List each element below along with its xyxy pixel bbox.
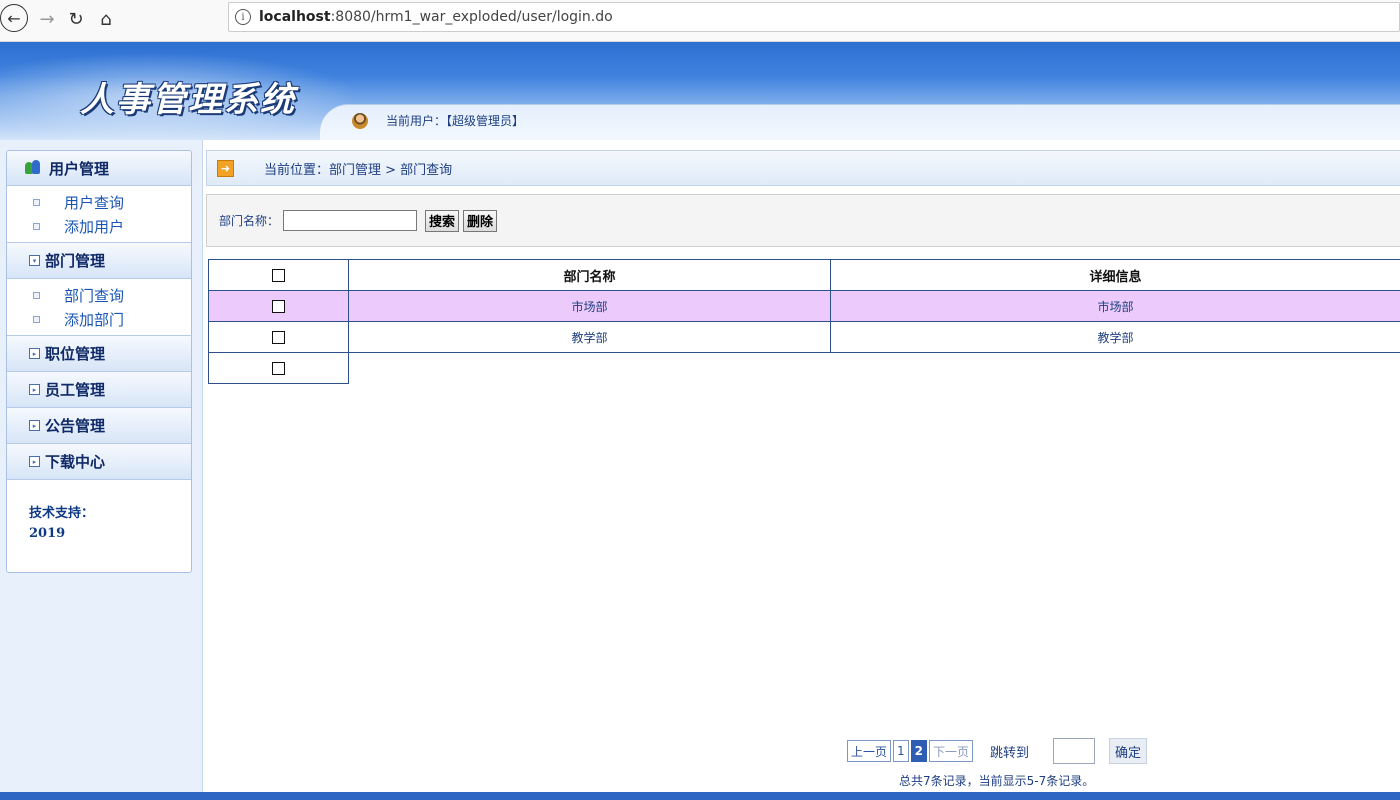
bullet-icon — [33, 198, 40, 206]
browser-toolbar: ← → ↻ ⌂ i localhost:8080/hrm1_war_explod… — [0, 0, 1400, 42]
url-path: :8080/hrm1_war_exploded/user/login.do — [330, 9, 613, 25]
sidebar-item-user-query[interactable]: 用户查询 — [7, 190, 191, 214]
sidebar-item-dept-query[interactable]: 部门查询 — [7, 283, 191, 307]
jump-page-input[interactable] — [1053, 738, 1096, 764]
forward-icon[interactable]: → — [32, 4, 62, 34]
header-banner: 人事管理系统 当前用户：【超级管理员】 — [0, 42, 1400, 140]
dept-table: 部门名称 详细信息 市场部 市场部 教学部 教学部 — [208, 259, 1400, 384]
user-icon — [352, 112, 368, 129]
sidebar-group-label: 职位管理 — [45, 345, 106, 363]
sidebar-item-label: 添加用户 — [64, 217, 125, 236]
dept-name-input[interactable] — [283, 210, 418, 231]
sidebar-group-notice[interactable]: ▸ 公告管理 — [7, 408, 191, 444]
prev-page-button[interactable]: 上一页 — [847, 740, 892, 762]
home-icon[interactable]: ⌂ — [91, 4, 121, 34]
sidebar: 用户管理 用户查询 添加用户 ▾ 部门管理 部门查询 添加部门 ▸ 职位管理 ▸… — [0, 140, 202, 800]
sidebar-item-label: 添加部门 — [64, 310, 125, 329]
bullet-icon — [33, 315, 40, 323]
sidebar-sub-user: 用户查询 添加用户 — [7, 186, 191, 243]
footer-strip — [0, 792, 1400, 800]
select-all-checkbox[interactable] — [272, 268, 285, 282]
page-1-button[interactable]: 1 — [893, 740, 909, 762]
dept-detail-cell: 教学部 — [830, 321, 1400, 353]
info-icon[interactable]: i — [235, 9, 251, 25]
url-host: localhost — [259, 9, 331, 25]
tech-support: 技术支持： 2019 — [7, 480, 191, 544]
jump-label: 跳转到 — [990, 745, 1030, 761]
dept-name-label: 部门名称： — [219, 214, 280, 228]
sidebar-panel: 用户管理 用户查询 添加用户 ▾ 部门管理 部门查询 添加部门 ▸ 职位管理 ▸… — [6, 150, 192, 573]
users-icon — [25, 160, 41, 176]
sidebar-group-user[interactable]: 用户管理 — [7, 151, 191, 186]
sidebar-group-label: 下载中心 — [45, 453, 106, 471]
dept-name-cell: 教学部 — [348, 321, 831, 353]
support-year: 2019 — [29, 526, 66, 541]
sidebar-group-label: 公告管理 — [45, 417, 106, 435]
breadcrumb: ➜ 当前位置：部门管理 > 部门查询 — [206, 150, 1400, 186]
row-select-cell — [208, 290, 349, 322]
sidebar-group-label: 用户管理 — [49, 159, 110, 178]
table-row[interactable]: 教学部 教学部 — [208, 321, 1400, 353]
search-bar: 部门名称： 搜索 删除 — [206, 194, 1400, 247]
expand-icon: ▸ — [29, 348, 40, 359]
row-select-cell — [208, 321, 349, 353]
select-all-cell — [208, 259, 349, 291]
page-2-button[interactable]: 2 — [910, 740, 928, 762]
dept-name-cell: 市场部 — [348, 290, 831, 322]
sidebar-group-label: 部门管理 — [45, 252, 106, 270]
bullet-icon — [33, 222, 40, 230]
sidebar-group-download[interactable]: ▸ 下载中心 — [7, 444, 191, 480]
record-summary: 总共7条记录，当前显示5-7条记录。 — [899, 774, 1095, 788]
dept-detail-cell: 市场部 — [830, 290, 1400, 322]
delete-button[interactable]: 删除 — [463, 209, 498, 232]
breadcrumb-text: 当前位置：部门管理 > 部门查询 — [264, 162, 453, 178]
sidebar-sub-dept: 部门查询 添加部门 — [7, 279, 191, 336]
row-checkbox[interactable] — [272, 362, 285, 375]
sidebar-group-employee[interactable]: ▸ 员工管理 — [7, 372, 191, 408]
sidebar-group-label: 员工管理 — [45, 381, 106, 399]
sidebar-item-add-dept[interactable]: 添加部门 — [7, 307, 191, 331]
table-row[interactable]: 市场部 市场部 — [208, 290, 1400, 322]
sidebar-item-label: 用户查询 — [64, 193, 125, 212]
pagination: 上一页 1 2 下一页 跳转到 确定 — [847, 738, 1148, 764]
reload-icon[interactable]: ↻ — [61, 4, 91, 34]
sidebar-item-label: 部门查询 — [64, 286, 125, 305]
table-row — [208, 352, 1400, 384]
column-header: 详细信息 — [830, 259, 1400, 291]
search-button[interactable]: 搜索 — [425, 209, 460, 232]
table-header: 部门名称 详细信息 — [208, 259, 1400, 291]
row-checkbox[interactable] — [272, 300, 285, 313]
arrow-right-icon: ➜ — [217, 159, 234, 177]
confirm-button[interactable]: 确定 — [1109, 738, 1148, 764]
back-icon[interactable]: ← — [0, 4, 28, 32]
address-bar[interactable]: i localhost:8080/hrm1_war_exploded/user/… — [228, 2, 1400, 32]
sidebar-group-dept[interactable]: ▾ 部门管理 — [7, 243, 191, 279]
row-select-cell — [208, 352, 349, 384]
column-header: 部门名称 — [348, 259, 831, 291]
current-user: 当前用户：【超级管理员】 — [352, 112, 524, 129]
collapse-icon: ▾ — [29, 255, 40, 266]
expand-icon: ▸ — [29, 384, 40, 395]
expand-icon: ▸ — [29, 420, 40, 431]
main-content: ➜ 当前位置：部门管理 > 部门查询 部门名称： 搜索 删除 部门名称 详细信息… — [202, 140, 1400, 792]
next-page-button[interactable]: 下一页 — [929, 740, 974, 762]
bullet-icon — [33, 291, 40, 299]
expand-icon: ▸ — [29, 456, 40, 467]
support-label: 技术支持： — [29, 506, 95, 521]
empty-cell — [348, 352, 1400, 384]
row-checkbox[interactable] — [272, 331, 285, 344]
sidebar-group-position[interactable]: ▸ 职位管理 — [7, 336, 191, 372]
current-user-text: 当前用户：【超级管理员】 — [386, 114, 525, 128]
app-title: 人事管理系统 — [80, 80, 296, 120]
sidebar-item-add-user[interactable]: 添加用户 — [7, 214, 191, 238]
